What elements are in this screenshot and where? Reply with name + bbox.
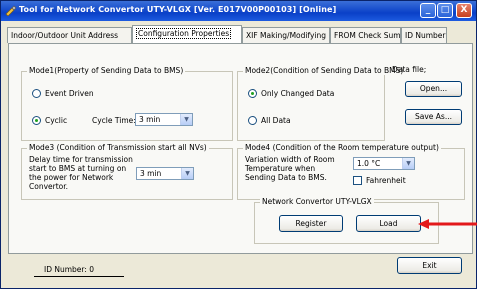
network-convertor-group: Network Convertor UTY-VLGX Register Load (254, 197, 439, 244)
tab-label: Indoor/Outdoor Unit Address (11, 31, 119, 40)
delay-time-value: 3 min (140, 169, 162, 178)
tab-xif-making[interactable]: XIF Making/Modifying (242, 27, 330, 43)
cyclic-radio[interactable] (32, 116, 41, 125)
tab-id-number[interactable]: ID Number (401, 27, 447, 43)
minimize-button[interactable]: _ (420, 3, 436, 18)
mode1-group: Mode1(Property of Sending Data to BMS) E… (21, 66, 233, 141)
chevron-down-icon: ▼ (180, 114, 192, 125)
register-button[interactable]: Register (279, 215, 343, 232)
close-button[interactable]: X (456, 3, 472, 18)
chevron-down-icon: ▼ (181, 168, 193, 179)
app-window: Tool for Network Convertor UTY-VLGX [Ver… (0, 0, 477, 289)
cycle-time-label: Cycle Time: (92, 116, 136, 125)
window-title: Tool for Network Convertor UTY-VLGX [Ver… (19, 5, 337, 14)
network-convertor-title: Network Convertor UTY-VLGX (260, 197, 374, 206)
tab-label: Configuration Properties (136, 28, 232, 39)
tab-indoor-outdoor-address[interactable]: Indoor/Outdoor Unit Address (7, 27, 132, 43)
event-driven-radio[interactable] (32, 89, 41, 98)
mode3-line2: start to BMS at turning on (29, 164, 127, 173)
mode4-line2: Temperature when (245, 164, 316, 173)
maximize-button[interactable]: □ (437, 3, 453, 18)
tab-configuration-properties[interactable]: Configuration Properties (132, 25, 242, 43)
all-data-radio[interactable] (248, 116, 257, 125)
fahrenheit-checkbox[interactable] (353, 176, 362, 185)
cycle-time-value: 3 min (139, 115, 161, 124)
mode3-group: Mode3 (Condition of Transmission start a… (21, 143, 233, 200)
mode4-title: Mode4 (Condition of the Room temperature… (243, 143, 441, 152)
cyclic-label: Cyclic (45, 116, 68, 125)
event-driven-label: Event Driven (45, 89, 94, 98)
temperature-width-select[interactable]: 1.0 °C ▼ (353, 157, 415, 170)
load-button[interactable]: Load (356, 215, 421, 232)
save-as-button[interactable]: Save As... (405, 109, 462, 125)
cycle-time-select[interactable]: 3 min ▼ (135, 113, 193, 126)
annotation-arrow-icon (418, 219, 477, 229)
title-bar[interactable]: Tool for Network Convertor UTY-VLGX [Ver… (1, 1, 476, 21)
mode3-line3: the power for Network (29, 173, 114, 182)
mode1-title: Mode1(Property of Sending Data to BMS) (27, 66, 186, 75)
mode2-group: Mode2(Condition of Sending Data to BMS) … (237, 66, 406, 141)
tab-label: FROM Check Sum (334, 31, 401, 40)
only-changed-label: Only Changed Data (261, 89, 335, 98)
only-changed-radio[interactable] (248, 89, 257, 98)
app-icon (5, 5, 16, 16)
tab-label: ID Number (405, 31, 446, 40)
temperature-width-value: 1.0 °C (357, 159, 381, 168)
configuration-panel: Mode1(Property of Sending Data to BMS) E… (8, 43, 473, 254)
mode4-line3: Sending Data to BMS. (245, 173, 327, 182)
exit-button[interactable]: Exit (397, 257, 462, 274)
id-number-field: ID Number: 0 (34, 265, 124, 277)
chevron-down-icon: ▼ (402, 158, 414, 169)
all-data-label: All Data (261, 116, 291, 125)
tab-from-check-sum[interactable]: FROM Check Sum (330, 27, 401, 43)
data-file-label: Data file; (392, 65, 427, 74)
mode3-line1: Delay time for transmission (29, 155, 133, 164)
mode2-title: Mode2(Condition of Sending Data to BMS) (243, 66, 406, 75)
mode4-line1: Variation width of Room (245, 155, 335, 164)
mode4-group: Mode4 (Condition of the Room temperature… (237, 143, 465, 200)
fahrenheit-label: Fahrenheit (366, 176, 406, 185)
open-button[interactable]: Open... (405, 81, 462, 97)
mode3-line4: Convertor. (29, 182, 69, 191)
delay-time-select[interactable]: 3 min ▼ (136, 167, 194, 180)
id-number-text: ID Number: 0 (44, 265, 95, 274)
mode3-title: Mode3 (Condition of Transmission start a… (27, 143, 209, 152)
tab-label: XIF Making/Modifying (246, 31, 327, 40)
